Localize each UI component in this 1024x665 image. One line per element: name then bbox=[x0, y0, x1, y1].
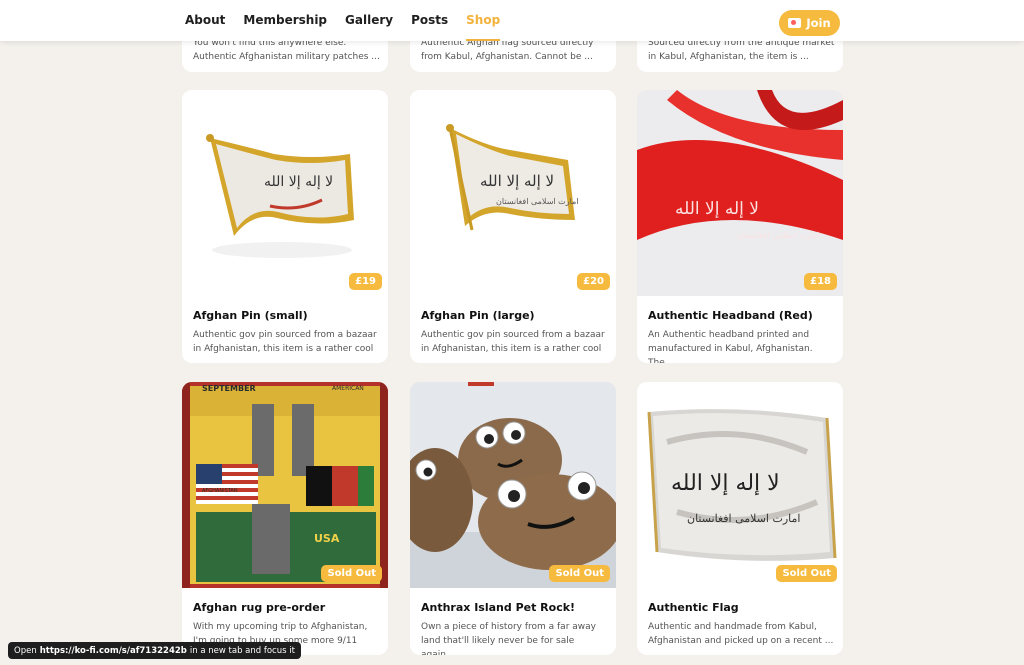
nav-shop[interactable]: Shop bbox=[466, 13, 501, 41]
pin-large-image: لا إله إلا الله امارت اسلامی افغانستان bbox=[446, 124, 579, 231]
sold-out-badge: Sold Out bbox=[549, 565, 610, 582]
top-nav-bar: About Membership Gallery Posts Shop Join bbox=[0, 0, 1024, 41]
pin-small-image: لا إله إلا الله bbox=[206, 134, 354, 258]
rug-text-mid: AMERICAN bbox=[332, 385, 364, 392]
main-nav: About Membership Gallery Posts Shop bbox=[185, 13, 518, 41]
link-status-tooltip: Open https://ko-fi.com/s/af7132242b in a… bbox=[8, 642, 301, 659]
sold-out-badge: Sold Out bbox=[321, 565, 382, 582]
price-badge: £20 bbox=[577, 273, 610, 290]
shop-item-card[interactable]: لا إله إلا الله امارت اسلامی افغانستان S… bbox=[637, 382, 843, 655]
tooltip-prefix: Open bbox=[14, 645, 37, 656]
item-description: Own a piece of history from a far away l… bbox=[421, 622, 596, 655]
headband-image: لا إله إلا الله امارت اسلامی افغانستان bbox=[637, 90, 843, 296]
item-description: Authentic and handmade from Kabul, Afgha… bbox=[648, 622, 834, 646]
product-image[interactable]: SEPTEMBER AMERICAN AFGHANISTAN USA Sold … bbox=[182, 382, 388, 588]
rug-image: SEPTEMBER AMERICAN AFGHANISTAN USA bbox=[182, 382, 388, 588]
item-title[interactable]: Afghan rug pre-order bbox=[193, 601, 325, 614]
price-badge: £19 bbox=[349, 273, 382, 290]
svg-text:لا إله إلا الله: لا إله إلا الله bbox=[480, 172, 554, 190]
svg-text:امارت اسلامی افغانستان: امارت اسلامی افغانستان bbox=[687, 512, 800, 525]
rug-text-top: SEPTEMBER bbox=[202, 384, 256, 393]
nav-membership[interactable]: Membership bbox=[243, 13, 327, 27]
shop-item-card[interactable]: Sold Out Anthrax Island Pet Rock! Own a … bbox=[410, 382, 616, 655]
flag-image: لا إله إلا الله امارت اسلامی افغانستان bbox=[647, 409, 837, 561]
product-image[interactable]: لا إله إلا الله امارت اسلامی افغانستان S… bbox=[637, 382, 843, 588]
item-title[interactable]: Authentic Flag bbox=[648, 601, 739, 614]
item-description: Authentic gov pin sourced from a bazaar … bbox=[421, 330, 605, 363]
nav-posts[interactable]: Posts bbox=[411, 13, 448, 27]
kofi-cup-icon bbox=[788, 18, 802, 28]
price-badge: £18 bbox=[804, 273, 837, 290]
join-button[interactable]: Join bbox=[779, 10, 840, 36]
product-image[interactable]: لا إله إلا الله £19 bbox=[182, 90, 388, 296]
item-title[interactable]: Afghan Pin (small) bbox=[193, 309, 308, 322]
nav-about[interactable]: About bbox=[185, 13, 225, 27]
pet-rocks-image bbox=[410, 382, 616, 588]
product-image[interactable]: لا إله إلا الله امارت اسلامی افغانستان £… bbox=[410, 90, 616, 296]
item-title[interactable]: Afghan Pin (large) bbox=[421, 309, 535, 322]
svg-text:امارت اسلامی افغانستان: امارت اسلامی افغانستان bbox=[496, 197, 579, 206]
svg-text:لا إله إلا الله: لا إله إلا الله bbox=[675, 199, 759, 219]
item-title[interactable]: Anthrax Island Pet Rock! bbox=[421, 601, 575, 614]
nav-gallery[interactable]: Gallery bbox=[345, 13, 393, 27]
svg-text:لا إله إلا الله: لا إله إلا الله bbox=[671, 471, 780, 496]
shop-item-card[interactable]: لا إله إلا الله امارت اسلامی افغانستان £… bbox=[637, 90, 843, 363]
shop-item-card[interactable]: لا إله إلا الله £19 Afghan Pin (small) A… bbox=[182, 90, 388, 363]
join-label: Join bbox=[806, 16, 831, 30]
shop-item-card[interactable]: لا إله إلا الله امارت اسلامی افغانستان £… bbox=[410, 90, 616, 363]
item-title[interactable]: Authentic Headband (Red) bbox=[648, 309, 813, 322]
item-description: An Authentic headband printed and manufa… bbox=[648, 330, 813, 363]
product-image[interactable]: لا إله إلا الله امارت اسلامی افغانستان £… bbox=[637, 90, 843, 296]
svg-text:لا إله إلا الله: لا إله إلا الله bbox=[264, 174, 333, 190]
tooltip-suffix: in a new tab and focus it bbox=[189, 645, 295, 656]
item-description: Authentic gov pin sourced from a bazaar … bbox=[193, 330, 377, 363]
rug-text-low: AFGHANISTAN bbox=[202, 488, 238, 494]
tooltip-url: https://ko-fi.com/s/af7132242b bbox=[39, 645, 187, 656]
product-image[interactable]: Sold Out bbox=[410, 382, 616, 588]
sold-out-badge: Sold Out bbox=[776, 565, 837, 582]
shop-item-card[interactable]: SEPTEMBER AMERICAN AFGHANISTAN USA Sold … bbox=[182, 382, 388, 655]
rug-text-usa: USA bbox=[314, 532, 340, 545]
svg-text:امارت اسلامی افغانستان: امارت اسلامی افغانستان bbox=[737, 231, 820, 240]
